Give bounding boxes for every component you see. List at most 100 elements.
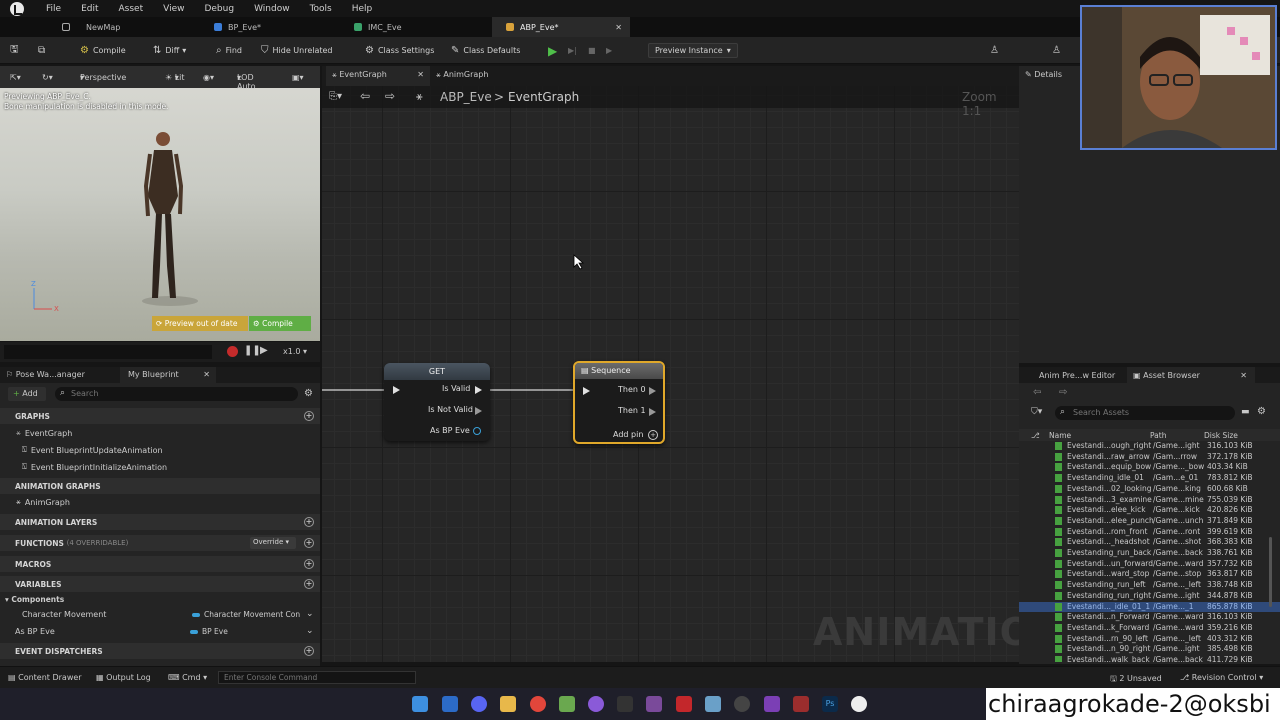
event-item-update[interactable]: ⍂ Event BlueprintUpdateAnimation (22, 445, 163, 455)
play-button[interactable]: ▶ (548, 43, 557, 58)
show-dropdown[interactable]: ◉▾ (203, 73, 214, 82)
tab-asset-browser[interactable]: ▣ Asset Browser ✕ (1127, 367, 1255, 383)
graph-canvas[interactable]: ANIMATION GET Is Valid Is Not Valid As B… (322, 86, 1065, 662)
viewport-options-icon[interactable]: ⇱▾ (10, 73, 21, 82)
exec-is-valid-pin[interactable] (475, 386, 482, 394)
asset-row[interactable]: Evestandi...n_90_right/Game...ight 385.49… (1019, 644, 1280, 655)
tab-details[interactable]: ✎ Details (1025, 70, 1062, 79)
folder-icon[interactable]: ▬ (1241, 407, 1250, 417)
then-1-pin[interactable] (649, 408, 656, 416)
hide-unrelated-button[interactable]: ⛉ Hide Unrelated (261, 43, 333, 58)
tab-pose-watch-manager[interactable]: ⚐ Pose Wa...anager (6, 370, 85, 379)
record-icon[interactable] (227, 346, 238, 357)
asset-row[interactable]: Evestandi...elee_punch/Game...unch 371.84… (1019, 516, 1280, 527)
unreal-taskbar-icon[interactable] (851, 696, 867, 712)
asset-row[interactable]: Evestandi...rn_90_left/Game..._left 403.3… (1019, 634, 1280, 645)
asset-row[interactable]: Evestandi...equip_bow/Game..._bow 403.34 … (1019, 462, 1280, 473)
menu-file[interactable]: File (46, 4, 61, 14)
menu-asset[interactable]: Asset (119, 4, 144, 14)
section-variables[interactable]: VARIABLES + (0, 576, 320, 592)
netflix-icon[interactable] (676, 696, 692, 712)
content-drawer-button[interactable]: ▤ Content Drawer (8, 673, 82, 682)
stop-button[interactable]: ■ (588, 43, 596, 58)
then-0-pin[interactable] (649, 387, 656, 395)
close-tab-icon[interactable]: ✕ (203, 370, 210, 379)
close-tab-icon[interactable]: ✕ (1240, 371, 1247, 380)
add-layer-icon[interactable]: + (304, 517, 314, 527)
asset-row[interactable]: Evestandi...un_forward/Game...ward 357.73… (1019, 559, 1280, 570)
app-icon[interactable] (442, 696, 458, 712)
chevron-icon[interactable]: ⌄ (306, 626, 314, 636)
section-animation-layers[interactable]: ANIMATION LAYERS + (0, 514, 320, 530)
add-macro-icon[interactable]: + (304, 559, 314, 569)
menu-edit[interactable]: Edit (81, 4, 98, 14)
menu-debug[interactable]: Debug (204, 4, 234, 14)
chrome-icon[interactable] (530, 696, 546, 712)
settings-gear-icon[interactable]: ⚙ (304, 388, 313, 399)
class-defaults-button[interactable]: ✎ Class Defaults (451, 43, 520, 58)
discord-icon[interactable] (471, 696, 487, 712)
variable-type-bp-eve[interactable]: BP Eve (190, 627, 228, 636)
menu-view[interactable]: View (163, 4, 184, 14)
asset-row[interactable]: Evestanding_run_right/Game...ight 344.878… (1019, 591, 1280, 602)
unsaved-indicator[interactable]: 🖫 2 Unsaved (1110, 673, 1162, 687)
back-arrow-icon[interactable]: ⇦ (360, 89, 370, 103)
add-graph-icon[interactable]: + (304, 411, 314, 421)
column-name[interactable]: Name (1049, 431, 1071, 440)
app-icon[interactable] (588, 696, 604, 712)
back-arrow-icon[interactable]: ⇦ (1033, 387, 1041, 398)
add-pin-icon[interactable]: + (648, 430, 658, 440)
asset-search-input[interactable] (1073, 407, 1231, 418)
search-field[interactable]: ⌕ (55, 387, 298, 401)
asset-row[interactable]: Evestandi..._headshot/Game...shot 368.383… (1019, 537, 1280, 548)
step-button[interactable]: ▶| (568, 43, 577, 58)
app-icon[interactable] (646, 696, 662, 712)
asset-search-field[interactable]: ⌕ (1055, 406, 1235, 420)
settings-gear-icon[interactable]: ⚙ (1257, 406, 1266, 417)
variable-character-movement[interactable]: Character Movement (22, 610, 106, 619)
breadcrumb-leaf[interactable]: EventGraph (508, 90, 579, 104)
add-variable-icon[interactable]: + (304, 579, 314, 589)
app-icon[interactable] (559, 696, 575, 712)
tab-bp-eve[interactable]: BP_Eve* (200, 17, 340, 37)
browse-icon[interactable]: ⧉ (38, 43, 49, 58)
get-node[interactable]: GET Is Valid Is Not Valid As BP Eve (384, 363, 490, 441)
tab-my-blueprint[interactable]: My Blueprint ✕ (120, 367, 216, 383)
components-category[interactable]: ▾ Components (5, 595, 64, 604)
forward-arrow-icon[interactable]: ⇨ (1059, 387, 1067, 398)
object-out-pin[interactable] (473, 427, 481, 435)
preview-instance-dropdown[interactable]: Preview Instance ▾ (648, 43, 738, 58)
lit-dropdown[interactable]: ☀ Lit ▾ (165, 73, 185, 82)
add-function-icon[interactable]: + (304, 538, 314, 548)
realtime-icon[interactable]: ↻▾ (42, 73, 53, 82)
perspective-dropdown[interactable]: Perspective ▾ (80, 73, 126, 82)
asset-row[interactable]: Evestandi...02_looking/Game...king 600.68… (1019, 484, 1280, 495)
menu-help[interactable]: Help (352, 4, 373, 14)
add-button[interactable]: + Add (8, 387, 46, 401)
section-animation-graphs[interactable]: ANIMATION GRAPHS (0, 478, 320, 494)
sequence-node[interactable]: ▤ Sequence Then 0 Then 1 Add pin + (573, 361, 665, 444)
graph-item-eventgraph[interactable]: ⚹ EventGraph (16, 428, 72, 438)
visual-studio-icon[interactable] (764, 696, 780, 712)
asset-row[interactable]: Evestandi...ough_right/Game...ight 316.10… (1019, 441, 1280, 452)
cmd-dropdown[interactable]: ⌨ Cmd ▾ (168, 673, 207, 682)
asset-row[interactable]: Evestandi...ward_stop/Game...stop 363.817… (1019, 569, 1280, 580)
section-event-dispatchers[interactable]: EVENT DISPATCHERS + (0, 643, 320, 659)
asset-row[interactable]: Evestanding_run_back/Game...back 338.761 … (1019, 548, 1280, 559)
terminal-icon[interactable] (617, 696, 633, 712)
photoshop-icon[interactable]: Ps (822, 696, 838, 712)
search-input[interactable] (71, 388, 291, 399)
column-disk-size[interactable]: Disk Size (1204, 431, 1238, 440)
asset-row[interactable]: Evestandi...raw_arrow/Gam...rrow 372.178 … (1019, 452, 1280, 463)
chevron-icon[interactable]: ⌄ (306, 609, 314, 619)
diff-button[interactable]: ⇅ Diff ▾ (153, 43, 186, 58)
sequence-exec-in-pin[interactable] (583, 387, 590, 395)
tab-event-graph[interactable]: ⚹ EventGraph ✕ (326, 66, 430, 86)
tab-anim-graph[interactable]: ⚹ AnimGraph (436, 66, 516, 86)
app-icon[interactable] (705, 696, 721, 712)
asset-row[interactable]: Evestandi...rom_front/Game...ront 399.619… (1019, 527, 1280, 538)
section-macros[interactable]: MACROS + (0, 556, 320, 572)
pause-icon[interactable]: ❚❚ (244, 345, 261, 356)
output-log-button[interactable]: ▦ Output Log (96, 673, 151, 682)
tab-abp-eve[interactable]: ABP_Eve* ✕ (492, 17, 630, 37)
